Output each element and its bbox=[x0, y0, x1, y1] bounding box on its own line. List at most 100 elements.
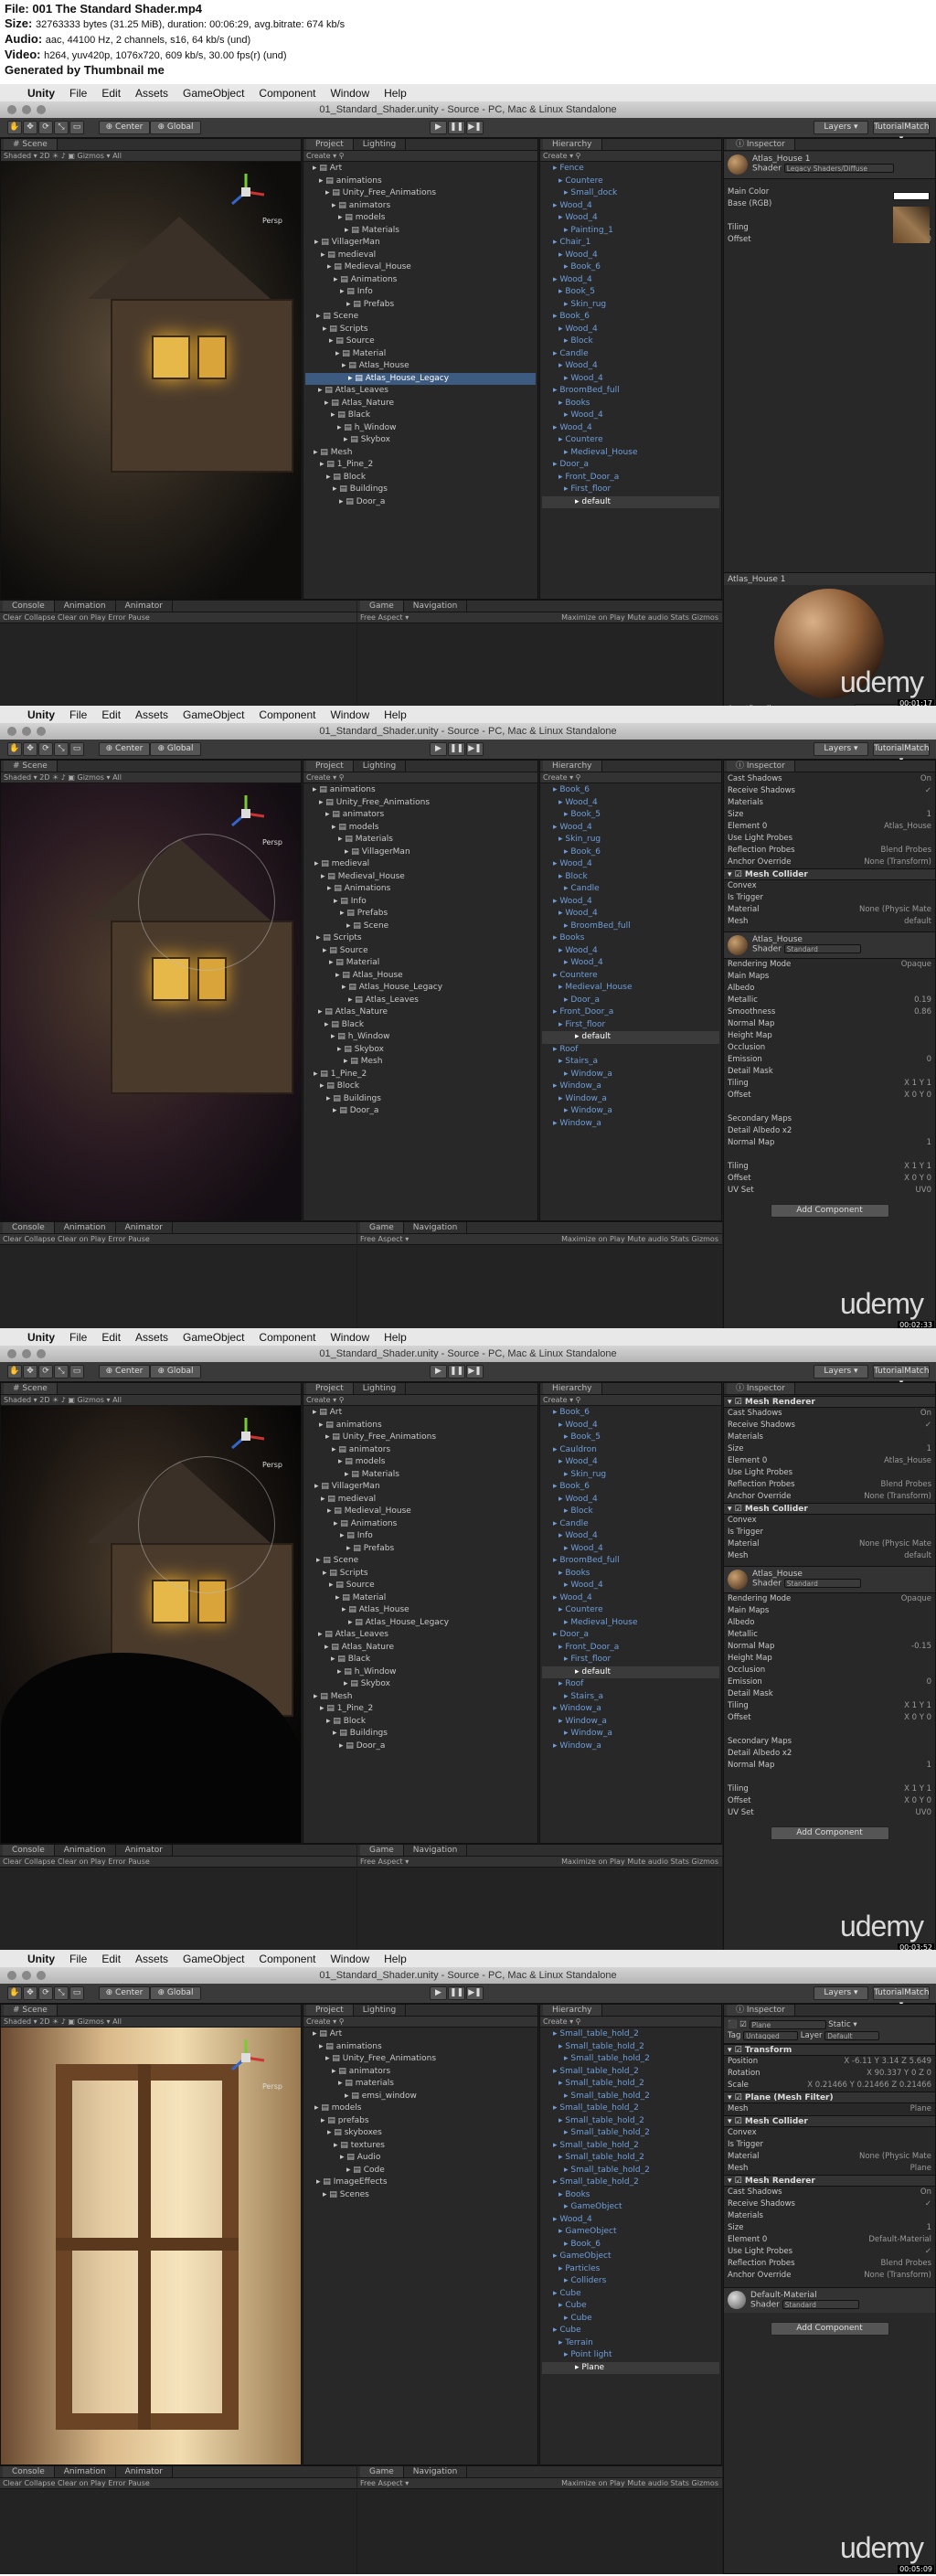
hierarchy-item[interactable]: ▸ Window_a bbox=[542, 1080, 719, 1093]
property-value[interactable]: default bbox=[904, 1550, 931, 1562]
hierarchy-item[interactable]: ▸ Small_table_hold_2 bbox=[542, 2115, 719, 2128]
tab-hierarchy[interactable]: Hierarchy bbox=[543, 2005, 602, 2016]
hierarchy-item[interactable]: ▸ Book_6 bbox=[542, 1407, 719, 1420]
pivot-global-button[interactable]: ⊕ Global bbox=[150, 1365, 201, 1378]
hierarchy-item[interactable]: ▸ Candle bbox=[542, 1518, 719, 1531]
property-value[interactable]: None (Transform) bbox=[864, 2270, 931, 2282]
tab-console[interactable]: Console bbox=[3, 2466, 55, 2477]
window-button[interactable] bbox=[7, 727, 16, 736]
hierarchy-item[interactable]: ▸ Wood_4 bbox=[542, 822, 719, 835]
hierarchy-item[interactable]: ▸ Skin_rug bbox=[542, 834, 719, 846]
tab-navigation[interactable]: Navigation bbox=[404, 2466, 468, 2477]
mute-audio-toggle[interactable]: Mute audio bbox=[627, 1857, 670, 1866]
maximize-on-play-toggle[interactable]: Maximize on Play bbox=[561, 1235, 627, 1243]
window-button[interactable] bbox=[22, 727, 31, 736]
move-tool-icon[interactable]: ✥ bbox=[23, 742, 37, 756]
shader-dropdown[interactable]: Standard bbox=[783, 944, 861, 953]
project-item[interactable]: ▸ ▤ Audio bbox=[305, 2152, 536, 2165]
mesh-renderer-header[interactable]: ▾ ☑ Mesh Renderer bbox=[724, 1396, 935, 1408]
hierarchy-item[interactable]: ▸ Particles bbox=[542, 2263, 719, 2276]
hierarchy-item[interactable]: ▸ Book_6 bbox=[542, 261, 719, 274]
tab-scene[interactable]: # Scene bbox=[4, 761, 58, 772]
shader-dropdown[interactable]: Standard bbox=[782, 2300, 859, 2309]
hierarchy-item[interactable]: ▸ Book_5 bbox=[542, 809, 719, 822]
project-item[interactable]: ▸ ▤ Door_a bbox=[305, 1740, 536, 1753]
gizmos-dropdown[interactable]: Gizmos ▾ bbox=[78, 2017, 113, 2026]
hierarchy-item[interactable]: ▸ GameObject bbox=[542, 2226, 719, 2239]
project-item[interactable]: ▸ ▤ prefabs bbox=[305, 2115, 536, 2128]
layers-dropdown[interactable]: Layers ▾ bbox=[814, 1986, 868, 2000]
project-item[interactable]: ▸ ▤ VillagerMan bbox=[305, 846, 536, 859]
hierarchy-item[interactable]: ▸ Wood_4 bbox=[542, 324, 719, 336]
tab-game[interactable]: Game bbox=[360, 1845, 404, 1856]
shader-dropdown[interactable]: Standard bbox=[783, 1579, 861, 1588]
pause-icon[interactable]: ❚❚ bbox=[448, 1365, 465, 1378]
menu-app[interactable]: Unity bbox=[27, 708, 55, 721]
hierarchy-item[interactable]: ▸ Small_table_hold_2 bbox=[542, 2102, 719, 2115]
hierarchy-item[interactable]: ▸ Skin_rug bbox=[542, 1469, 719, 1482]
hierarchy-item[interactable]: ▸ default bbox=[542, 1666, 719, 1678]
aspect-dropdown[interactable]: Free Aspect ▾ bbox=[360, 613, 409, 622]
hierarchy-item[interactable]: ▸ Block bbox=[542, 335, 719, 348]
maximize-on-play-toggle[interactable]: Maximize on Play bbox=[561, 1857, 627, 1866]
layers-dropdown[interactable]: Layers ▾ bbox=[814, 742, 868, 756]
tab-project[interactable]: Project bbox=[306, 139, 354, 150]
gizmos-dropdown[interactable]: Gizmos ▾ bbox=[78, 1396, 113, 1404]
property-value[interactable]: UV0 bbox=[916, 1807, 931, 1819]
project-item[interactable]: ▸ ▤ Black bbox=[305, 1654, 536, 1666]
layout-dropdown[interactable]: TutorialMatch ▾ bbox=[873, 1365, 930, 1388]
property-value[interactable]: 0.19 bbox=[914, 995, 931, 1006]
hierarchy-item[interactable]: ▸ Wood_4 bbox=[542, 212, 719, 225]
project-item[interactable]: ▸ ▤ Black bbox=[305, 410, 536, 422]
pause-icon[interactable]: ❚❚ bbox=[448, 742, 465, 756]
add-component-button[interactable]: Add Component bbox=[770, 1826, 889, 1840]
menu-item[interactable]: Window bbox=[330, 87, 369, 100]
hierarchy-item[interactable]: ▸ Window_a bbox=[542, 1118, 719, 1131]
property-value[interactable]: ✓ bbox=[925, 785, 931, 797]
tab-animator[interactable]: Animator bbox=[116, 1845, 174, 1856]
collapse-button[interactable]: Collapse bbox=[24, 1857, 58, 1866]
hierarchy-item[interactable]: ▸ Candle bbox=[542, 883, 719, 896]
mesh-filter-header[interactable]: ▾ ☑ Plane (Mesh Filter) bbox=[724, 2092, 935, 2103]
property-value[interactable]: None (Physic Mate bbox=[859, 904, 931, 916]
tab-inspector[interactable]: ⓘ Inspector bbox=[727, 139, 795, 150]
rect-tool-icon[interactable]: ▭ bbox=[69, 1365, 84, 1378]
project-item[interactable]: ▸ ▤ Unity_Free_Animations bbox=[305, 187, 536, 200]
hierarchy-item[interactable]: ▸ Wood_4 bbox=[542, 1592, 719, 1605]
error-pause-button[interactable]: Error Pause bbox=[108, 613, 150, 622]
object-name-field[interactable]: Plane bbox=[749, 2019, 826, 2029]
hierarchy-item[interactable]: ▸ Plane bbox=[542, 2361, 719, 2374]
project-item[interactable]: ▸ ▤ emsi_window bbox=[305, 2091, 536, 2103]
project-item[interactable]: ▸ ▤ skyboxes bbox=[305, 2127, 536, 2140]
property-value[interactable]: Opaque bbox=[901, 1593, 931, 1605]
property-value[interactable]: 1 bbox=[927, 1443, 931, 1455]
project-item[interactable]: ▸ ▤ Atlas_Leaves bbox=[305, 385, 536, 398]
rect-tool-icon[interactable]: ▭ bbox=[69, 121, 84, 134]
scale-tool-icon[interactable]: ⤡ bbox=[54, 1365, 69, 1378]
hierarchy-item[interactable]: ▸ BroomBed_full bbox=[542, 385, 719, 398]
tab-animation[interactable]: Animation bbox=[55, 1845, 116, 1856]
project-item[interactable]: ▸ ▤ ImageEffects bbox=[305, 2177, 536, 2189]
hierarchy-item[interactable]: ▸ Roof bbox=[542, 1678, 719, 1691]
project-item[interactable]: ▸ ▤ Atlas_House bbox=[305, 970, 536, 983]
project-item[interactable]: ▸ ▤ Prefabs bbox=[305, 1543, 536, 1556]
project-item[interactable]: ▸ ▤ animations bbox=[305, 2041, 536, 2054]
error-pause-button[interactable]: Error Pause bbox=[108, 1235, 150, 1243]
pivot-center-button[interactable]: ⊕ Center bbox=[99, 1986, 150, 2000]
property-value[interactable]: None (Transform) bbox=[864, 857, 931, 868]
rotate-tool-icon[interactable]: ⟳ bbox=[38, 1986, 53, 2000]
hierarchy-item[interactable]: ▸ Small_table_hold_2 bbox=[542, 2165, 719, 2177]
menu-app[interactable]: Unity bbox=[27, 1331, 55, 1344]
rotate-tool-icon[interactable]: ⟳ bbox=[38, 742, 53, 756]
pivot-global-button[interactable]: ⊕ Global bbox=[150, 121, 201, 134]
project-item[interactable]: ▸ ▤ Animations bbox=[305, 1518, 536, 1531]
tab-scene[interactable]: # Scene bbox=[4, 2005, 58, 2016]
gizmos-toggle[interactable]: Gizmos bbox=[692, 613, 718, 622]
project-item[interactable]: ▸ ▤ Door_a bbox=[305, 1105, 536, 1118]
hierarchy-item[interactable]: ▸ Colliders bbox=[542, 2275, 719, 2288]
window-button[interactable] bbox=[22, 1349, 31, 1358]
property-value[interactable]: Blend Probes bbox=[881, 845, 931, 857]
project-item[interactable]: ▸ ▤ Atlas_House bbox=[305, 1604, 536, 1617]
shading-mode-dropdown[interactable]: Shaded ▾ bbox=[4, 2017, 39, 2026]
project-item[interactable]: ▸ ▤ Code bbox=[305, 2165, 536, 2177]
